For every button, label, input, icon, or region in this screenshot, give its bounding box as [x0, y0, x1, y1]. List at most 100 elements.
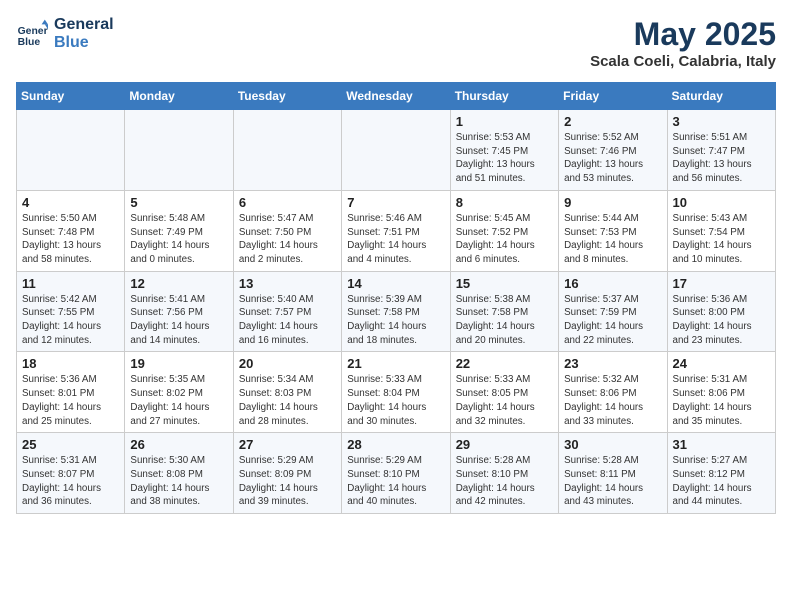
day-number: 8	[456, 195, 553, 210]
day-info: Sunrise: 5:33 AM Sunset: 8:04 PM Dayligh…	[347, 373, 444, 428]
day-number: 22	[456, 356, 553, 371]
day-cell-5: 5 Sunrise: 5:48 AM Sunset: 7:49 PM Daylig…	[125, 190, 233, 271]
day-number: 17	[673, 276, 770, 291]
day-cell-10: 10 Sunrise: 5:43 AM Sunset: 7:54 PM Dayli…	[667, 190, 775, 271]
week-row-4: 18 Sunrise: 5:36 AM Sunset: 8:01 PM Dayli…	[17, 352, 776, 433]
day-cell-13: 13Sunrise: 5:40 AM Sunset: 7:57 PM Dayli…	[233, 271, 341, 352]
day-info: Sunrise: 5:51 AM Sunset: 7:47 PM Dayligh…	[673, 131, 770, 186]
logo-line2: Blue	[54, 34, 114, 52]
day-cell-30: 30Sunrise: 5:28 AM Sunset: 8:11 PM Dayli…	[559, 433, 667, 514]
day-info: Sunrise: 5:46 AM Sunset: 7:51 PM Dayligh…	[347, 212, 444, 267]
day-cell-19: 19 Sunrise: 5:35 AM Sunset: 8:02 PM Dayli…	[125, 352, 233, 433]
day-number: 16	[564, 276, 661, 291]
day-info: Sunrise: 5:45 AM Sunset: 7:52 PM Dayligh…	[456, 212, 553, 267]
week-row-1: 1 Sunrise: 5:53 AM Sunset: 7:45 PM Daylig…	[17, 110, 776, 191]
day-cell-17: 17Sunrise: 5:36 AM Sunset: 8:00 PM Dayli…	[667, 271, 775, 352]
week-row-3: 11 Sunrise: 5:42 AM Sunset: 7:55 PM Dayli…	[17, 271, 776, 352]
day-number: 14	[347, 276, 444, 291]
day-info: Sunrise: 5:41 AM Sunset: 7:56 PM Dayligh…	[130, 293, 227, 348]
day-cell-24: 24 Sunrise: 5:31 AM Sunset: 8:06 PM Dayli…	[667, 352, 775, 433]
day-number: 2	[564, 114, 661, 129]
day-cell-8: 8 Sunrise: 5:45 AM Sunset: 7:52 PM Daylig…	[450, 190, 558, 271]
day-info: Sunrise: 5:29 AM Sunset: 8:09 PM Dayligh…	[239, 454, 336, 509]
day-info: Sunrise: 5:44 AM Sunset: 7:53 PM Dayligh…	[564, 212, 661, 267]
day-number: 31	[673, 437, 770, 452]
empty-cell	[125, 110, 233, 191]
week-row-2: 4 Sunrise: 5:50 AM Sunset: 7:48 PM Daylig…	[17, 190, 776, 271]
day-number: 7	[347, 195, 444, 210]
day-cell-21: 21 Sunrise: 5:33 AM Sunset: 8:04 PM Dayli…	[342, 352, 450, 433]
logo-line1: General	[54, 16, 114, 34]
day-info: Sunrise: 5:42 AM Sunset: 7:55 PM Dayligh…	[22, 293, 119, 348]
month-title: May 2025	[590, 16, 776, 53]
day-info: Sunrise: 5:28 AM Sunset: 8:11 PM Dayligh…	[564, 454, 661, 509]
day-info: Sunrise: 5:43 AM Sunset: 7:54 PM Dayligh…	[673, 212, 770, 267]
svg-text:General: General	[18, 26, 48, 37]
weekday-header-thursday: Thursday	[450, 83, 558, 110]
day-info: Sunrise: 5:31 AM Sunset: 8:07 PM Dayligh…	[22, 454, 119, 509]
day-number: 24	[673, 356, 770, 371]
weekday-header-friday: Friday	[559, 83, 667, 110]
day-info: Sunrise: 5:33 AM Sunset: 8:05 PM Dayligh…	[456, 373, 553, 428]
weekday-header-monday: Monday	[125, 83, 233, 110]
logo-icon: General Blue	[16, 18, 48, 50]
day-info: Sunrise: 5:29 AM Sunset: 8:10 PM Dayligh…	[347, 454, 444, 509]
day-number: 19	[130, 356, 227, 371]
title-section: May 2025 Scala Coeli, Calabria, Italy	[590, 16, 776, 70]
day-info: Sunrise: 5:40 AM Sunset: 7:57 PM Dayligh…	[239, 293, 336, 348]
day-number: 5	[130, 195, 227, 210]
day-info: Sunrise: 5:34 AM Sunset: 8:03 PM Dayligh…	[239, 373, 336, 428]
day-cell-18: 18 Sunrise: 5:36 AM Sunset: 8:01 PM Dayli…	[17, 352, 125, 433]
day-cell-6: 6 Sunrise: 5:47 AM Sunset: 7:50 PM Daylig…	[233, 190, 341, 271]
day-number: 26	[130, 437, 227, 452]
day-cell-25: 25 Sunrise: 5:31 AM Sunset: 8:07 PM Dayli…	[17, 433, 125, 514]
day-number: 28	[347, 437, 444, 452]
day-cell-2: 2Sunrise: 5:52 AM Sunset: 7:46 PM Daylig…	[559, 110, 667, 191]
day-number: 25	[22, 437, 119, 452]
weekday-header-sunday: Sunday	[17, 83, 125, 110]
empty-cell	[17, 110, 125, 191]
day-info: Sunrise: 5:38 AM Sunset: 7:58 PM Dayligh…	[456, 293, 553, 348]
calendar-table: SundayMondayTuesdayWednesdayThursdayFrid…	[16, 82, 776, 514]
day-number: 27	[239, 437, 336, 452]
day-cell-7: 7 Sunrise: 5:46 AM Sunset: 7:51 PM Daylig…	[342, 190, 450, 271]
weekday-header-saturday: Saturday	[667, 83, 775, 110]
day-number: 29	[456, 437, 553, 452]
day-number: 1	[456, 114, 553, 129]
day-info: Sunrise: 5:39 AM Sunset: 7:58 PM Dayligh…	[347, 293, 444, 348]
day-cell-22: 22 Sunrise: 5:33 AM Sunset: 8:05 PM Dayli…	[450, 352, 558, 433]
day-number: 18	[22, 356, 119, 371]
day-info: Sunrise: 5:47 AM Sunset: 7:50 PM Dayligh…	[239, 212, 336, 267]
day-number: 6	[239, 195, 336, 210]
day-info: Sunrise: 5:50 AM Sunset: 7:48 PM Dayligh…	[22, 212, 119, 267]
day-cell-9: 9Sunrise: 5:44 AM Sunset: 7:53 PM Daylig…	[559, 190, 667, 271]
day-number: 15	[456, 276, 553, 291]
day-info: Sunrise: 5:37 AM Sunset: 7:59 PM Dayligh…	[564, 293, 661, 348]
day-number: 11	[22, 276, 119, 291]
empty-cell	[233, 110, 341, 191]
day-cell-31: 31 Sunrise: 5:27 AM Sunset: 8:12 PM Dayli…	[667, 433, 775, 514]
day-info: Sunrise: 5:35 AM Sunset: 8:02 PM Dayligh…	[130, 373, 227, 428]
day-info: Sunrise: 5:28 AM Sunset: 8:10 PM Dayligh…	[456, 454, 553, 509]
day-number: 20	[239, 356, 336, 371]
day-cell-3: 3 Sunrise: 5:51 AM Sunset: 7:47 PM Daylig…	[667, 110, 775, 191]
day-number: 4	[22, 195, 119, 210]
day-number: 23	[564, 356, 661, 371]
day-number: 21	[347, 356, 444, 371]
day-info: Sunrise: 5:32 AM Sunset: 8:06 PM Dayligh…	[564, 373, 661, 428]
day-info: Sunrise: 5:48 AM Sunset: 7:49 PM Dayligh…	[130, 212, 227, 267]
weekday-header-wednesday: Wednesday	[342, 83, 450, 110]
day-info: Sunrise: 5:53 AM Sunset: 7:45 PM Dayligh…	[456, 131, 553, 186]
day-info: Sunrise: 5:31 AM Sunset: 8:06 PM Dayligh…	[673, 373, 770, 428]
day-cell-16: 16 Sunrise: 5:37 AM Sunset: 7:59 PM Dayli…	[559, 271, 667, 352]
day-info: Sunrise: 5:27 AM Sunset: 8:12 PM Dayligh…	[673, 454, 770, 509]
logo: General Blue General Blue	[16, 16, 114, 51]
page-container: General Blue General Blue May 2025 Scala…	[16, 16, 776, 514]
day-cell-20: 20 Sunrise: 5:34 AM Sunset: 8:03 PM Dayli…	[233, 352, 341, 433]
day-number: 10	[673, 195, 770, 210]
day-number: 3	[673, 114, 770, 129]
day-cell-1: 1 Sunrise: 5:53 AM Sunset: 7:45 PM Daylig…	[450, 110, 558, 191]
day-cell-28: 28 Sunrise: 5:29 AM Sunset: 8:10 PM Dayli…	[342, 433, 450, 514]
day-cell-4: 4 Sunrise: 5:50 AM Sunset: 7:48 PM Daylig…	[17, 190, 125, 271]
day-info: Sunrise: 5:36 AM Sunset: 8:01 PM Dayligh…	[22, 373, 119, 428]
